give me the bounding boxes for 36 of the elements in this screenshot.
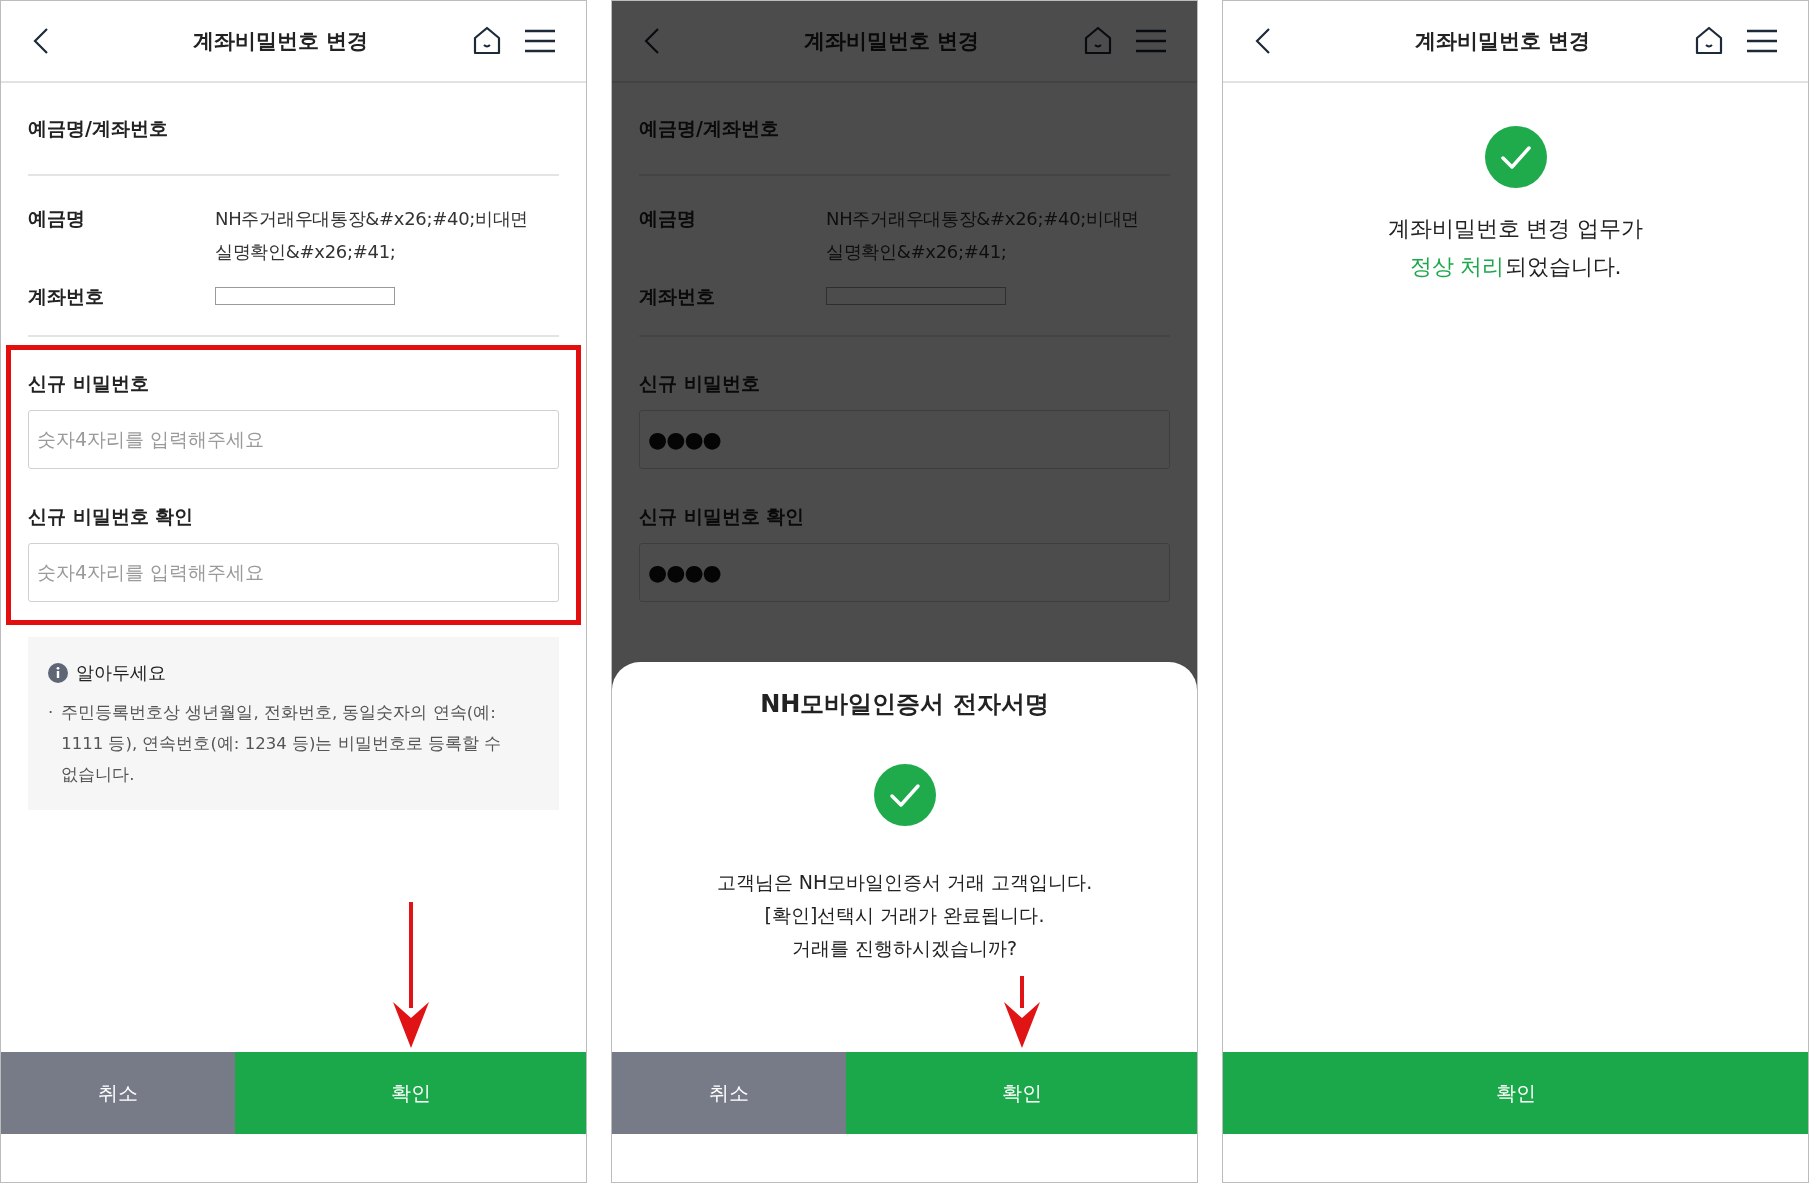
back-icon[interactable]	[1255, 27, 1271, 55]
sheet-title: NH모바일인증서 전자서명	[760, 689, 1049, 720]
field-label: 신규 비밀번호 확인	[28, 504, 195, 529]
screen-title: 계좌비밀번호 변경	[191, 28, 370, 55]
notice-title: 알아두세요	[76, 661, 166, 685]
screen-title: 계좌비밀번호 변경	[802, 28, 981, 55]
home-icon[interactable]	[472, 26, 502, 56]
field-label: 신규 비밀번호	[28, 371, 150, 396]
home-icon[interactable]	[1694, 26, 1724, 56]
detail-label: 계좌번호	[28, 284, 105, 309]
field-label: 신규 비밀번호 확인	[639, 504, 806, 529]
password-field[interactable]: 숫자4자리를 입력해주세요	[28, 410, 559, 469]
field-label: 신규 비밀번호	[639, 371, 761, 396]
confirm-button[interactable]: 확인	[846, 1052, 1197, 1134]
menu-icon[interactable]	[1746, 29, 1778, 53]
back-icon[interactable]	[33, 27, 49, 55]
screen-title: 계좌비밀번호 변경	[1413, 28, 1592, 55]
sheet-message: 고객님은 NH모바일인증서 거래 고객입니다. [확인]선택시 거래가 완료됩니다. 거래를 진행하시겠습니까?	[716, 870, 1093, 961]
menu-icon[interactable]	[524, 29, 556, 53]
detail-value: NH주거래우대통장&#x26;#40;비대면실명확인&#x26;#41;	[826, 207, 1141, 264]
bullet: ·	[48, 702, 54, 724]
confirm-button[interactable]: 확인	[1223, 1052, 1808, 1134]
success-check-icon	[1484, 126, 1547, 188]
detail-value: NH주거래우대통장&#x26;#40;비대면실명확인&#x26;#41;	[215, 207, 530, 264]
detail-label: 예금명	[28, 206, 86, 231]
notice-text: 주민등록번호상 생년월일, 전화번호, 동일숫자의 연속(예: 1111 등), 연속번호(예: 1234 등)는 비밀번호로 등록할 수 없습니다.	[61, 702, 503, 786]
cancel-button[interactable]: 취소	[612, 1052, 846, 1134]
info-icon	[48, 663, 68, 683]
password-field[interactable]: 숫자4자리를 입력해주세요	[28, 543, 559, 602]
confirm-button[interactable]: 확인	[235, 1052, 586, 1134]
detail-label: 계좌번호	[639, 284, 716, 309]
cancel-button[interactable]: 취소	[1, 1052, 235, 1134]
section-title: 예금명/계좌번호	[28, 83, 559, 176]
result-message: 계좌비밀번호 변경 업무가 정상 처리 되었습니다.	[1387, 215, 1644, 281]
check-icon	[873, 764, 936, 826]
detail-label: 예금명	[639, 206, 697, 231]
